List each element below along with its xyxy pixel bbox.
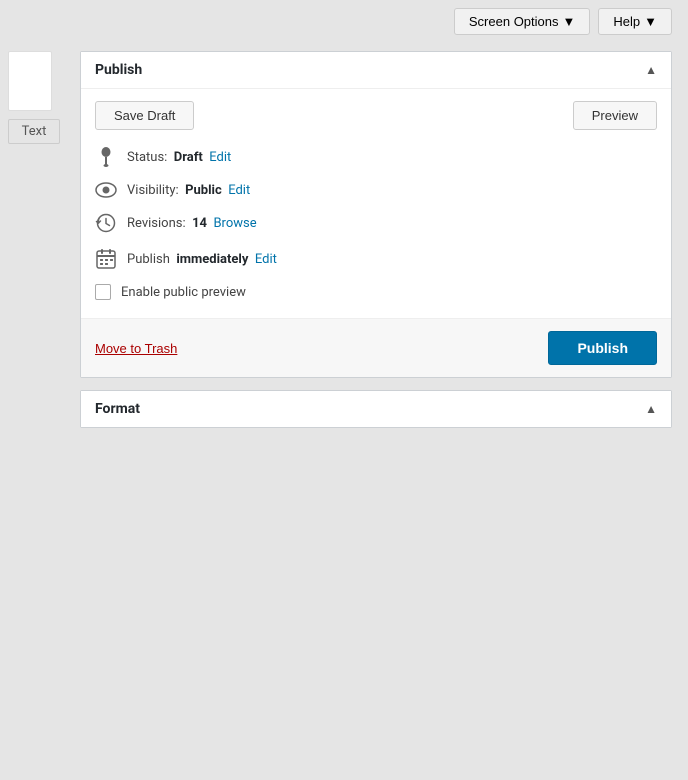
save-draft-button[interactable]: Save Draft (95, 101, 194, 130)
revisions-label: Revisions: (127, 216, 186, 231)
revisions-value: 14 (192, 216, 207, 231)
format-panel-title: Format (95, 401, 140, 417)
revisions-row: Revisions: 14 Browse (95, 212, 657, 234)
visibility-icon (95, 182, 117, 198)
format-panel: Format ▲ (80, 390, 672, 428)
status-label: Status: (127, 150, 167, 165)
screen-options-button[interactable]: Screen Options ▼ (454, 8, 590, 35)
schedule-label: Publish (127, 252, 170, 267)
visibility-edit-link[interactable]: Edit (228, 183, 250, 198)
public-preview-label: Enable public preview (121, 285, 246, 300)
sidebar-block-top (8, 51, 52, 111)
help-arrow: ▼ (644, 14, 657, 29)
screen-options-label: Screen Options (469, 14, 559, 29)
revisions-text: Revisions: 14 Browse (127, 216, 257, 231)
status-row: Status: Draft Edit (95, 146, 657, 168)
preview-button[interactable]: Preview (573, 101, 657, 130)
publish-action-row: Save Draft Preview (95, 101, 657, 130)
public-preview-checkbox[interactable] (95, 284, 111, 300)
help-button[interactable]: Help ▼ (598, 8, 672, 35)
visibility-label: Visibility: (127, 183, 179, 198)
left-sidebar: Text (0, 43, 68, 436)
page-body: Text Publish ▲ Save Draft Preview (0, 43, 688, 436)
visibility-value: Public (185, 183, 222, 198)
schedule-text: Publish immediately Edit (127, 252, 277, 267)
status-edit-link[interactable]: Edit (209, 150, 231, 165)
sidebar-text-tab[interactable]: Text (8, 119, 60, 144)
main-content: Publish ▲ Save Draft Preview (80, 43, 688, 436)
move-to-trash-button[interactable]: Move to Trash (95, 341, 177, 356)
status-text: Status: Draft Edit (127, 150, 231, 165)
status-value: Draft (174, 150, 203, 165)
visibility-row: Visibility: Public Edit (95, 182, 657, 198)
visibility-text: Visibility: Public Edit (127, 183, 250, 198)
publish-panel-toggle-icon[interactable]: ▲ (645, 63, 657, 77)
format-panel-header: Format ▲ (81, 391, 671, 427)
screen-options-arrow: ▼ (563, 14, 576, 29)
revisions-browse-link[interactable]: Browse (213, 216, 256, 231)
top-bar: Screen Options ▼ Help ▼ (0, 0, 688, 43)
publish-panel-body: Save Draft Preview Status: Draft (81, 89, 671, 318)
publish-panel-header: Publish ▲ (81, 52, 671, 89)
format-panel-toggle-icon[interactable]: ▲ (645, 402, 657, 416)
schedule-icon (95, 248, 117, 270)
publish-panel: Publish ▲ Save Draft Preview (80, 51, 672, 378)
schedule-row: Publish immediately Edit (95, 248, 657, 270)
public-preview-row: Enable public preview (95, 284, 657, 300)
help-label: Help (613, 14, 640, 29)
publish-panel-footer: Move to Trash Publish (81, 318, 671, 377)
schedule-edit-link[interactable]: Edit (255, 252, 277, 267)
status-icon (95, 146, 117, 168)
revisions-icon (95, 212, 117, 234)
schedule-value: immediately (176, 252, 248, 267)
publish-panel-title: Publish (95, 62, 142, 78)
publish-button[interactable]: Publish (548, 331, 657, 365)
